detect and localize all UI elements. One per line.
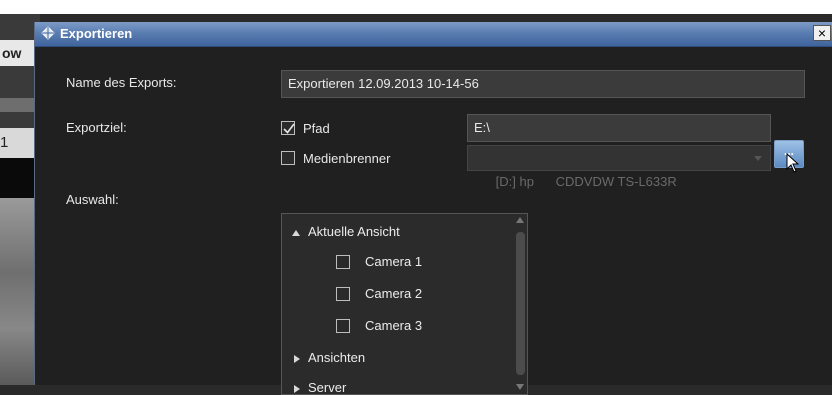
tree-node-label: Aktuelle Ansicht [308, 224, 400, 239]
tree-scrollbar[interactable] [513, 214, 527, 394]
export-name-label: Name des Exports: [66, 75, 177, 90]
camera-3-checkbox[interactable] [336, 319, 350, 333]
selection-label: Auswahl: [66, 192, 119, 207]
close-button[interactable]: × [813, 25, 831, 41]
dialog-content: Name des Exports: Exportieren 12.09.2013… [35, 47, 832, 395]
chevron-down-icon [754, 156, 762, 161]
scroll-thumb[interactable] [516, 232, 525, 375]
export-target-label: Exportziel: [66, 120, 127, 135]
camera-2-checkbox[interactable] [336, 287, 350, 301]
tree-node-label: Server [308, 380, 347, 395]
expand-right-icon [294, 385, 300, 393]
burner-option-label: Medienbrenner [303, 151, 391, 166]
burner-checkbox[interactable] [281, 151, 295, 165]
scroll-up-icon[interactable] [516, 217, 524, 223]
dialog-titlebar[interactable]: Exportieren × [35, 22, 832, 47]
checkmark-icon [283, 123, 295, 134]
export-dialog: Exportieren × Name des Exports: Exportie… [34, 22, 832, 395]
expand-down-icon [292, 230, 300, 236]
path-checkbox[interactable] [281, 121, 295, 135]
tree-item-label: Camera 2 [365, 286, 423, 301]
export-icon [41, 26, 55, 40]
burner-select-value: [D:] hp CDDVDW TS-L633R [495, 174, 677, 189]
mouse-cursor-icon [786, 153, 800, 173]
tree-item-label: Camera 1 [365, 254, 423, 269]
background-top-bar [0, 0, 832, 14]
selection-tree[interactable]: Aktuelle Ansicht Camera 1 Camera 2 Camer… [281, 213, 528, 395]
camera-1-checkbox[interactable] [336, 255, 350, 269]
burner-select[interactable]: [D:] hp CDDVDW TS-L633R [467, 145, 771, 189]
tree-node-label: Ansichten [308, 350, 366, 365]
dialog-title: Exportieren [60, 26, 133, 41]
export-name-field[interactable]: Exportieren 12.09.2013 10-14-56 [281, 70, 805, 98]
tree-item-label: Camera 3 [365, 318, 423, 333]
path-option-label: Pfad [303, 121, 330, 136]
expand-right-icon [294, 355, 300, 363]
path-input[interactable]: E:\ [467, 114, 771, 142]
